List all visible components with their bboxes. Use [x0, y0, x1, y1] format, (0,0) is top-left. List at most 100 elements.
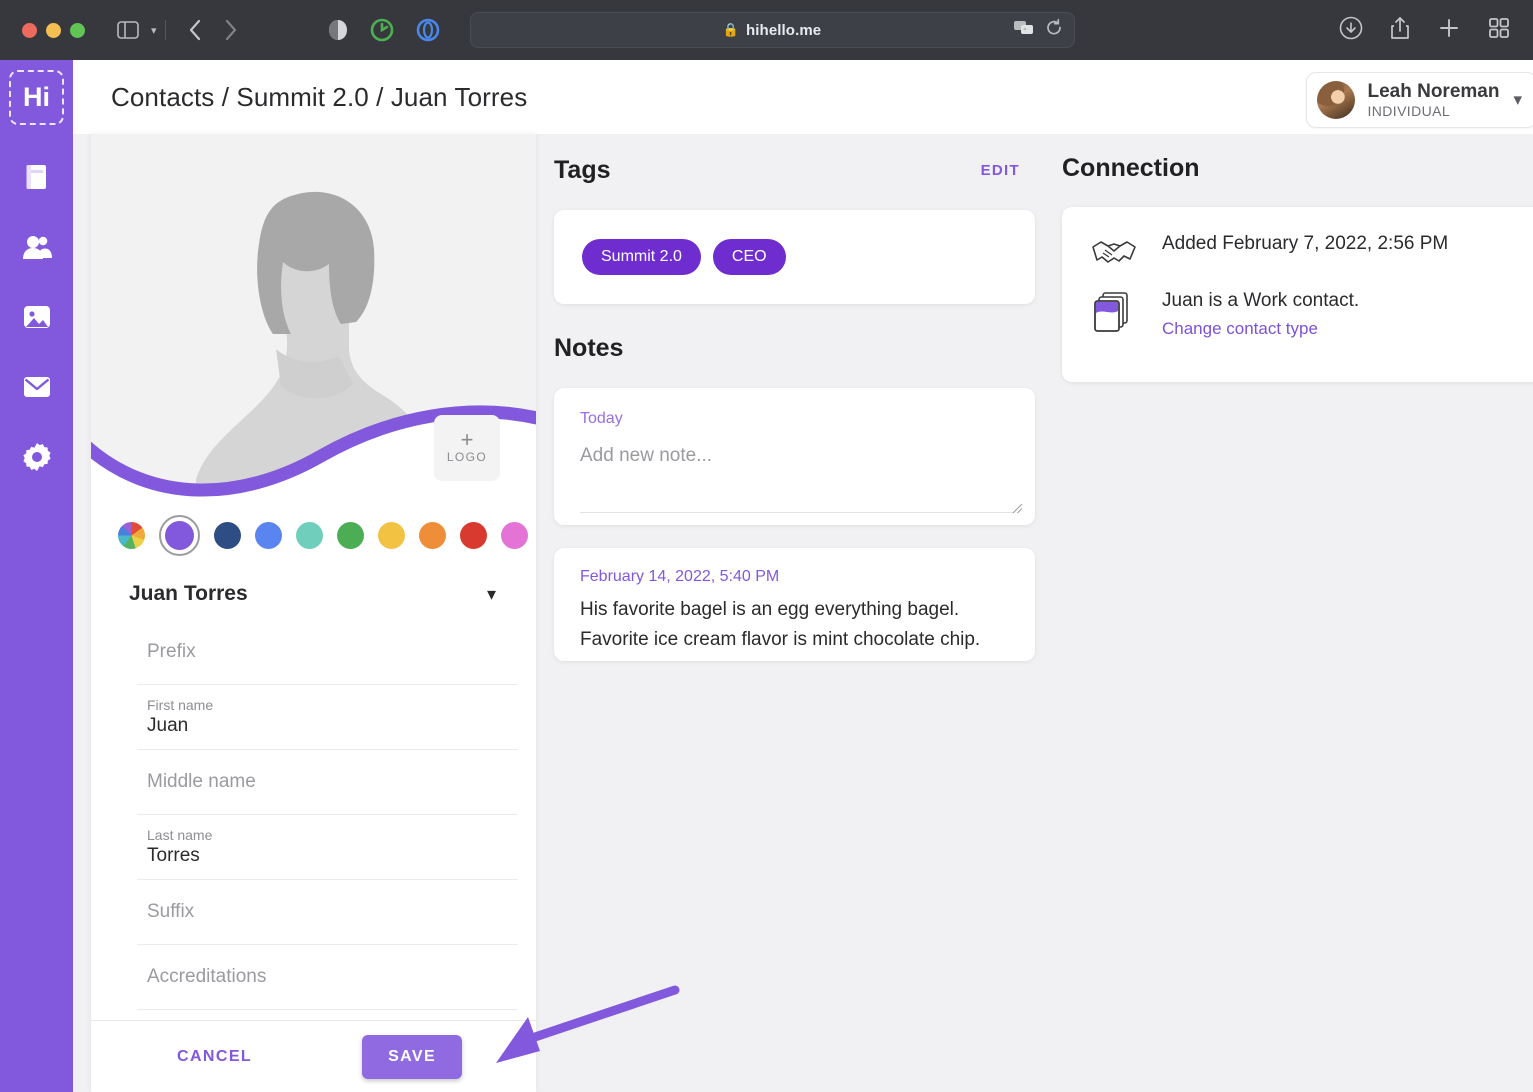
chrome-divider: [164, 20, 166, 40]
field-middle-name[interactable]: Middle name: [137, 750, 518, 815]
hihello-logo[interactable]: Hi: [9, 70, 64, 125]
name-section-header[interactable]: Juan Torres ▾: [91, 566, 536, 620]
field-accreditations[interactable]: Accreditations: [137, 945, 518, 1010]
field-first-name-value: Juan: [147, 715, 189, 736]
tags-title: Tags: [554, 156, 611, 184]
swatch-blue[interactable]: [255, 521, 282, 549]
photo-icon: [22, 303, 52, 336]
account-name: Leah Noreman: [1367, 81, 1500, 103]
app-header: Contacts / Summit 2.0 / Juan Torres Leah…: [73, 60, 1533, 134]
sidebar-item-mail[interactable]: [17, 369, 57, 409]
download-icon[interactable]: [1339, 16, 1363, 45]
name-fields: Prefix First name Juan Middle name Last …: [91, 620, 536, 1010]
new-note-underline: [580, 512, 1013, 513]
new-note-input-placeholder[interactable]: Add new note...: [580, 445, 1011, 467]
field-last-name-label: Last name: [147, 827, 213, 843]
chevron-right-icon[interactable]: [224, 19, 238, 41]
add-logo-button[interactable]: + LOGO: [434, 415, 500, 481]
field-prefix-placeholder: Prefix: [147, 641, 196, 662]
connection-added-row: Added February 7, 2022, 2:56 PM: [1090, 233, 1533, 276]
gear-icon: [22, 442, 52, 477]
swatch-multicolor[interactable]: [118, 521, 145, 549]
tag-pill[interactable]: CEO: [712, 239, 786, 275]
editor-footer: CANCEL SAVE: [91, 1020, 536, 1092]
name-section-label: Juan Torres: [129, 582, 248, 605]
notes-title: Notes: [554, 334, 624, 362]
maximize-window-button[interactable]: [70, 22, 85, 38]
field-last-name[interactable]: Last name Torres: [137, 815, 518, 880]
field-first-name[interactable]: First name Juan: [137, 685, 518, 750]
swatch-pink[interactable]: [501, 521, 528, 549]
tag-pill[interactable]: Summit 2.0: [582, 239, 701, 275]
resize-handle-icon[interactable]: [1012, 501, 1023, 514]
account-text: Leah Noreman INDIVIDUAL: [1367, 81, 1499, 119]
connection-type-block: Juan is a Work contact. Change contact t…: [1162, 290, 1359, 339]
logo-button-label: LOGO: [446, 450, 488, 464]
save-button[interactable]: SAVE: [362, 1034, 463, 1079]
plus-icon[interactable]: [1437, 16, 1461, 45]
translate-icon[interactable]: [1013, 20, 1034, 41]
field-prefix[interactable]: Prefix: [137, 620, 518, 685]
field-accreditations-placeholder: Accreditations: [147, 966, 267, 987]
new-note-card[interactable]: Today Add new note...: [554, 388, 1035, 525]
card-preview: + LOGO: [91, 134, 536, 504]
swatch-green[interactable]: [337, 521, 364, 549]
url-text: hihello.me: [746, 21, 822, 39]
share-icon[interactable]: [1389, 16, 1411, 45]
sidebar-item-cards[interactable]: [17, 159, 57, 199]
swatch-navy[interactable]: [214, 521, 241, 549]
close-window-button[interactable]: [22, 22, 37, 38]
new-note-date: Today: [580, 410, 623, 427]
chevron-down-icon[interactable]: ▾: [487, 584, 496, 605]
tags-card: Summit 2.0 CEO: [554, 210, 1035, 304]
extension-blue-icon[interactable]: [416, 18, 440, 42]
color-swatch-row: [91, 504, 536, 566]
url-right-icons: [1013, 18, 1062, 41]
url-text-wrap: 🔒 hihello.me: [471, 22, 1074, 39]
connection-section-header: Connection: [1062, 154, 1533, 183]
tags-edit-button[interactable]: EDIT: [981, 162, 1020, 179]
notes-section-header: Notes: [554, 334, 1056, 363]
tab-overview-icon[interactable]: [1487, 16, 1511, 45]
swatch-mint[interactable]: [296, 521, 323, 549]
note-card[interactable]: February 14, 2022, 5:40 PM His favorite …: [554, 548, 1035, 661]
chevron-left-icon[interactable]: [188, 19, 202, 41]
account-switcher[interactable]: Leah Noreman INDIVIDUAL ▾: [1306, 72, 1533, 128]
sidebar-toggle-icon[interactable]: [117, 21, 139, 39]
extension-icons: [328, 18, 440, 42]
url-bar[interactable]: 🔒 hihello.me: [469, 12, 1075, 48]
connection-column: Connection Added February 7, 2022, 2:56 …: [1056, 134, 1533, 1092]
reload-icon[interactable]: [1046, 18, 1062, 41]
chrome-right-controls: [1339, 16, 1511, 45]
avatar: [1317, 81, 1356, 119]
swatch-purple-selected[interactable]: [159, 514, 200, 556]
account-role: INDIVIDUAL: [1367, 102, 1451, 119]
window-traffic-lights: [22, 22, 85, 38]
field-first-name-label: First name: [147, 697, 214, 713]
mail-icon: [22, 375, 52, 404]
connection-type-text: Juan is a Work contact.: [1162, 290, 1360, 311]
sidebar-item-gallery[interactable]: [17, 299, 57, 339]
plus-icon: +: [460, 427, 474, 452]
lock-icon: 🔒: [722, 22, 740, 37]
tags-notes-column: Tags EDIT Summit 2.0 CEO Notes Today Add…: [536, 134, 1056, 1092]
sidebar-item-settings[interactable]: [17, 439, 57, 479]
browser-chrome: ▾ 🔒 hihello.me: [0, 0, 1533, 60]
swatch-yellow[interactable]: [378, 521, 405, 549]
extension-green-icon[interactable]: [370, 18, 394, 42]
connection-type-row: Juan is a Work contact. Change contact t…: [1090, 290, 1533, 339]
minimize-window-button[interactable]: [46, 22, 61, 38]
chevron-down-icon[interactable]: ▾: [1513, 90, 1522, 110]
connection-title: Connection: [1062, 154, 1200, 182]
cancel-button[interactable]: CANCEL: [177, 1048, 252, 1066]
sidebar-item-contacts[interactable]: [17, 229, 57, 269]
field-suffix[interactable]: Suffix: [137, 880, 518, 945]
app-viewport: Hi Contacts / Summit 2.0 / Juan Torres L…: [0, 60, 1533, 1092]
card-editor-panel: + LOGO Juan Torres ▾ Prefix First name J…: [91, 134, 536, 1092]
change-contact-type-link[interactable]: Change contact type: [1162, 319, 1318, 339]
reader-icon[interactable]: [328, 19, 348, 41]
chevron-down-icon[interactable]: ▾: [151, 24, 157, 37]
breadcrumb: Contacts / Summit 2.0 / Juan Torres: [111, 81, 528, 112]
swatch-red[interactable]: [460, 521, 487, 549]
swatch-orange[interactable]: [419, 521, 446, 549]
